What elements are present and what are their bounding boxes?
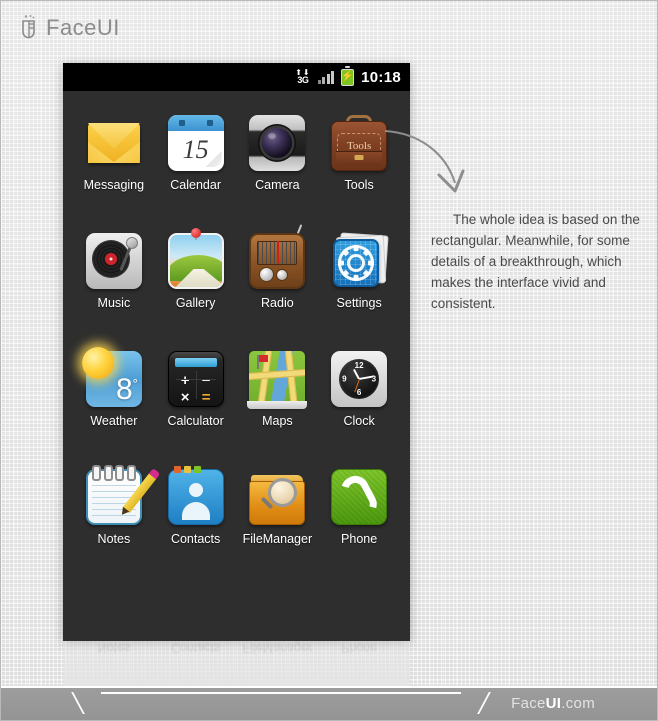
- app-messaging[interactable]: Messaging: [74, 115, 154, 233]
- maps-icon: [247, 351, 308, 409]
- faceui-logo-icon: [19, 14, 39, 42]
- phone-handset-icon: [331, 469, 388, 525]
- app-notes[interactable]: Notes: [74, 465, 157, 587]
- messaging-envelope-icon: [86, 115, 142, 171]
- app-camera[interactable]: Camera: [237, 115, 317, 233]
- page-root: FaceUI ⬆⬇ 3G ⚡ 10:18 Messaging 15 Calend…: [0, 0, 658, 721]
- app-label: Maps: [262, 414, 293, 428]
- brand-logo: FaceUI: [19, 13, 120, 43]
- app-label: Notes: [97, 532, 131, 546]
- calc-key-multiply: ×: [180, 389, 190, 406]
- radio-icon: [249, 224, 306, 289]
- app-label: Messaging: [83, 178, 145, 192]
- reflection-label: Notes: [97, 641, 131, 655]
- app-gallery[interactable]: Gallery: [156, 228, 236, 351]
- filemanager-folder-search-icon: [249, 469, 306, 525]
- network-label: 3G: [297, 75, 309, 85]
- footer-ribbon: [101, 692, 461, 714]
- calc-key-equals: =: [201, 389, 211, 406]
- app-label: Clock: [343, 414, 375, 428]
- weather-temp-value: 8: [115, 373, 133, 406]
- app-weather[interactable]: 8° Weather: [74, 347, 154, 469]
- clock-mark-6: 6: [356, 388, 362, 397]
- calc-key-minus: −: [201, 372, 211, 389]
- footer-bar: FaceUI.com: [1, 686, 657, 720]
- calendar-icon: 15: [167, 115, 224, 171]
- brand-wordmark: FaceUI: [46, 15, 120, 40]
- battery-charging-icon: ⚡: [341, 65, 355, 86]
- notes-pencil-icon: [85, 465, 157, 525]
- settings-gear-icon: [331, 232, 389, 289]
- app-phone[interactable]: Phone: [319, 469, 399, 587]
- app-calendar[interactable]: 15 Calendar: [156, 115, 236, 233]
- app-label: Calculator: [167, 414, 224, 428]
- reflection-fade: [63, 641, 410, 689]
- app-label: Tools: [344, 178, 374, 192]
- contacts-person-icon: [167, 466, 224, 525]
- app-grid: Messaging 15 Calendar Camera Tools Tools…: [63, 91, 410, 587]
- reflection-label: Phone: [341, 641, 378, 655]
- clock-mark-12: 12: [354, 361, 364, 370]
- app-label: Weather: [90, 414, 138, 428]
- app-calculator[interactable]: + − × = Calculator: [156, 351, 236, 469]
- app-label: Settings: [336, 296, 382, 310]
- calc-key-plus: +: [180, 372, 190, 389]
- app-label: Gallery: [175, 296, 216, 310]
- weather-degree-symbol: °: [132, 376, 138, 391]
- app-label: Music: [97, 296, 131, 310]
- app-radio[interactable]: Radio: [237, 224, 317, 351]
- weather-sun-icon: 8°: [81, 347, 142, 407]
- app-label: FileManager: [242, 532, 313, 546]
- reflection-label: FileManager: [242, 641, 313, 655]
- status-clock: 10:18: [361, 68, 401, 86]
- phone-screen: ⬆⬇ 3G ⚡ 10:18 Messaging 15 Calendar Came…: [63, 63, 410, 641]
- signal-bars-icon: [317, 70, 335, 84]
- app-label: Phone: [341, 532, 378, 546]
- calculator-icon: + − × =: [167, 351, 224, 407]
- annotation-text: The whole idea is based on the rectangul…: [431, 212, 640, 311]
- app-settings[interactable]: Settings: [319, 232, 399, 351]
- app-clock[interactable]: 12 3 6 9 Clock: [319, 351, 399, 469]
- app-contacts[interactable]: Contacts: [156, 466, 236, 587]
- app-music[interactable]: Music: [74, 233, 154, 351]
- battery-bolt-glyph: ⚡: [341, 71, 354, 82]
- clock-mark-9: 9: [342, 374, 347, 384]
- app-maps[interactable]: Maps: [237, 351, 317, 469]
- footer-site-prefix: Face: [511, 695, 546, 712]
- footer-site-bold: UI: [545, 695, 562, 712]
- app-filemanager[interactable]: FileManager: [237, 469, 317, 587]
- clock-analog-icon: 12 3 6 9: [331, 351, 388, 407]
- app-label: Camera: [255, 178, 300, 192]
- footer-site-label: FaceUI.com: [511, 695, 595, 712]
- status-bar: ⬆⬇ 3G ⚡ 10:18: [63, 63, 410, 91]
- app-label: Contacts: [170, 532, 221, 546]
- network-3g-indicator: ⬆⬇ 3G: [295, 69, 310, 85]
- gallery-photo-pin-icon: [167, 228, 224, 289]
- reflection-label: Contacts: [170, 641, 221, 655]
- app-label: Calendar: [170, 178, 221, 192]
- music-turntable-icon: [85, 233, 142, 289]
- footer-site-suffix: .com: [561, 695, 595, 712]
- app-label: Radio: [261, 296, 294, 310]
- screen-reflection: Notes Contacts FileManager Phone: [63, 641, 410, 689]
- camera-icon: [249, 115, 306, 171]
- app-tools[interactable]: Tools Tools: [319, 115, 399, 233]
- tools-briefcase-icon: Tools: [331, 115, 388, 171]
